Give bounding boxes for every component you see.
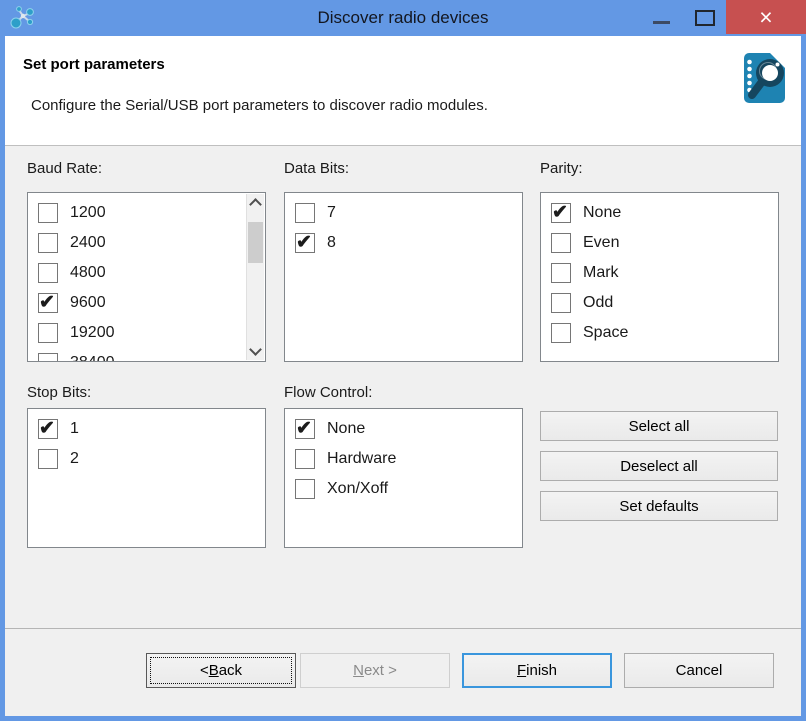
checkbox[interactable] (551, 293, 571, 313)
item-label: 4800 (70, 264, 106, 282)
list-item[interactable]: Even (541, 228, 778, 258)
list-item[interactable]: 7 (285, 198, 522, 228)
list-item[interactable]: None (285, 414, 522, 444)
data-bits-label: Data Bits: (284, 160, 349, 177)
scrollbar-thumb[interactable] (248, 222, 263, 263)
checkbox[interactable] (38, 293, 58, 313)
item-label: 2 (70, 450, 79, 468)
checkbox[interactable] (295, 203, 315, 223)
item-label: None (583, 204, 621, 222)
checkbox[interactable] (38, 263, 58, 283)
list-item[interactable]: None (541, 198, 778, 228)
list-item[interactable]: 38400 (28, 348, 265, 362)
back-button[interactable]: < Back (146, 653, 296, 688)
page-title: Set port parameters (23, 56, 165, 73)
list-item[interactable]: Mark (541, 258, 778, 288)
item-label: Mark (583, 264, 619, 282)
list-item[interactable]: 1200 (28, 198, 265, 228)
chevron-down-icon (249, 343, 262, 356)
item-label: 2400 (70, 234, 106, 252)
flow-control-label: Flow Control: (284, 384, 372, 401)
select-all-button[interactable]: Select all (540, 411, 778, 441)
item-label: Hardware (327, 450, 396, 468)
cancel-label: Cancel (676, 662, 723, 679)
flow-control-list: None Hardware Xon/Xoff (284, 408, 523, 548)
list-item[interactable]: 19200 (28, 318, 265, 348)
page-subtitle: Configure the Serial/USB port parameters… (31, 97, 488, 114)
parity-list: None Even Mark Odd Space (540, 192, 779, 362)
list-item[interactable]: Space (541, 318, 778, 348)
checkbox[interactable] (295, 479, 315, 499)
item-label: 19200 (70, 324, 115, 342)
checkbox[interactable] (551, 323, 571, 343)
item-label: 7 (327, 204, 336, 222)
checkbox[interactable] (38, 353, 58, 362)
next-button[interactable]: Next > (300, 653, 450, 688)
close-button[interactable]: × (726, 0, 806, 34)
list-item[interactable]: 8 (285, 228, 522, 258)
scroll-up-button[interactable] (247, 194, 264, 211)
checkbox[interactable] (295, 419, 315, 439)
wizard-footer: < Back Next > Finish Cancel (5, 628, 801, 716)
checkbox[interactable] (551, 263, 571, 283)
cancel-button[interactable]: Cancel (624, 653, 774, 688)
item-label: None (327, 420, 365, 438)
minimize-icon (653, 21, 670, 24)
titlebar: Discover radio devices × (0, 0, 806, 36)
item-label: 9600 (70, 294, 106, 312)
list-item[interactable]: 1 (28, 414, 265, 444)
maximize-button[interactable] (686, 0, 724, 36)
item-label: Odd (583, 294, 613, 312)
item-label: Xon/Xoff (327, 480, 388, 498)
checkbox[interactable] (295, 449, 315, 469)
checkbox[interactable] (38, 323, 58, 343)
dialog-window: Discover radio devices × Set port parame… (0, 0, 806, 721)
checkbox[interactable] (551, 203, 571, 223)
scroll-down-button[interactable] (247, 343, 264, 360)
chevron-up-icon (249, 198, 262, 211)
stop-bits-label: Stop Bits: (27, 384, 91, 401)
baud-rate-label: Baud Rate: (27, 160, 102, 177)
checkbox[interactable] (551, 233, 571, 253)
stop-bits-list: 1 2 (27, 408, 266, 548)
discover-module-icon (739, 50, 789, 106)
item-label: 8 (327, 234, 336, 252)
list-item[interactable]: Xon/Xoff (285, 474, 522, 504)
list-item[interactable]: 2400 (28, 228, 265, 258)
scrollbar[interactable] (246, 194, 264, 360)
deselect-all-button[interactable]: Deselect all (540, 451, 778, 481)
wizard-body: Baud Rate: 1200 2400 4800 9600 19200 384… (5, 146, 801, 628)
data-bits-list: 7 8 (284, 192, 523, 362)
checkbox[interactable] (38, 419, 58, 439)
checkbox[interactable] (38, 449, 58, 469)
checkbox[interactable] (38, 203, 58, 223)
checkbox[interactable] (295, 233, 315, 253)
list-item[interactable]: 4800 (28, 258, 265, 288)
finish-button[interactable]: Finish (462, 653, 612, 688)
set-defaults-button[interactable]: Set defaults (540, 491, 778, 521)
list-item[interactable]: Hardware (285, 444, 522, 474)
item-label: 38400 (70, 354, 115, 362)
parity-label: Parity: (540, 160, 583, 177)
wizard-header: Set port parameters Configure the Serial… (5, 36, 801, 146)
list-item[interactable]: Odd (541, 288, 778, 318)
baud-rate-list[interactable]: 1200 2400 4800 9600 19200 38400 (27, 192, 266, 362)
list-item[interactable]: 2 (28, 444, 265, 474)
list-item[interactable]: 9600 (28, 288, 265, 318)
minimize-button[interactable] (642, 0, 680, 36)
item-label: 1 (70, 420, 79, 438)
item-label: 1200 (70, 204, 106, 222)
checkbox[interactable] (38, 233, 58, 253)
back-label: < (200, 662, 209, 679)
maximize-icon (695, 10, 715, 26)
item-label: Space (583, 324, 628, 342)
item-label: Even (583, 234, 619, 252)
